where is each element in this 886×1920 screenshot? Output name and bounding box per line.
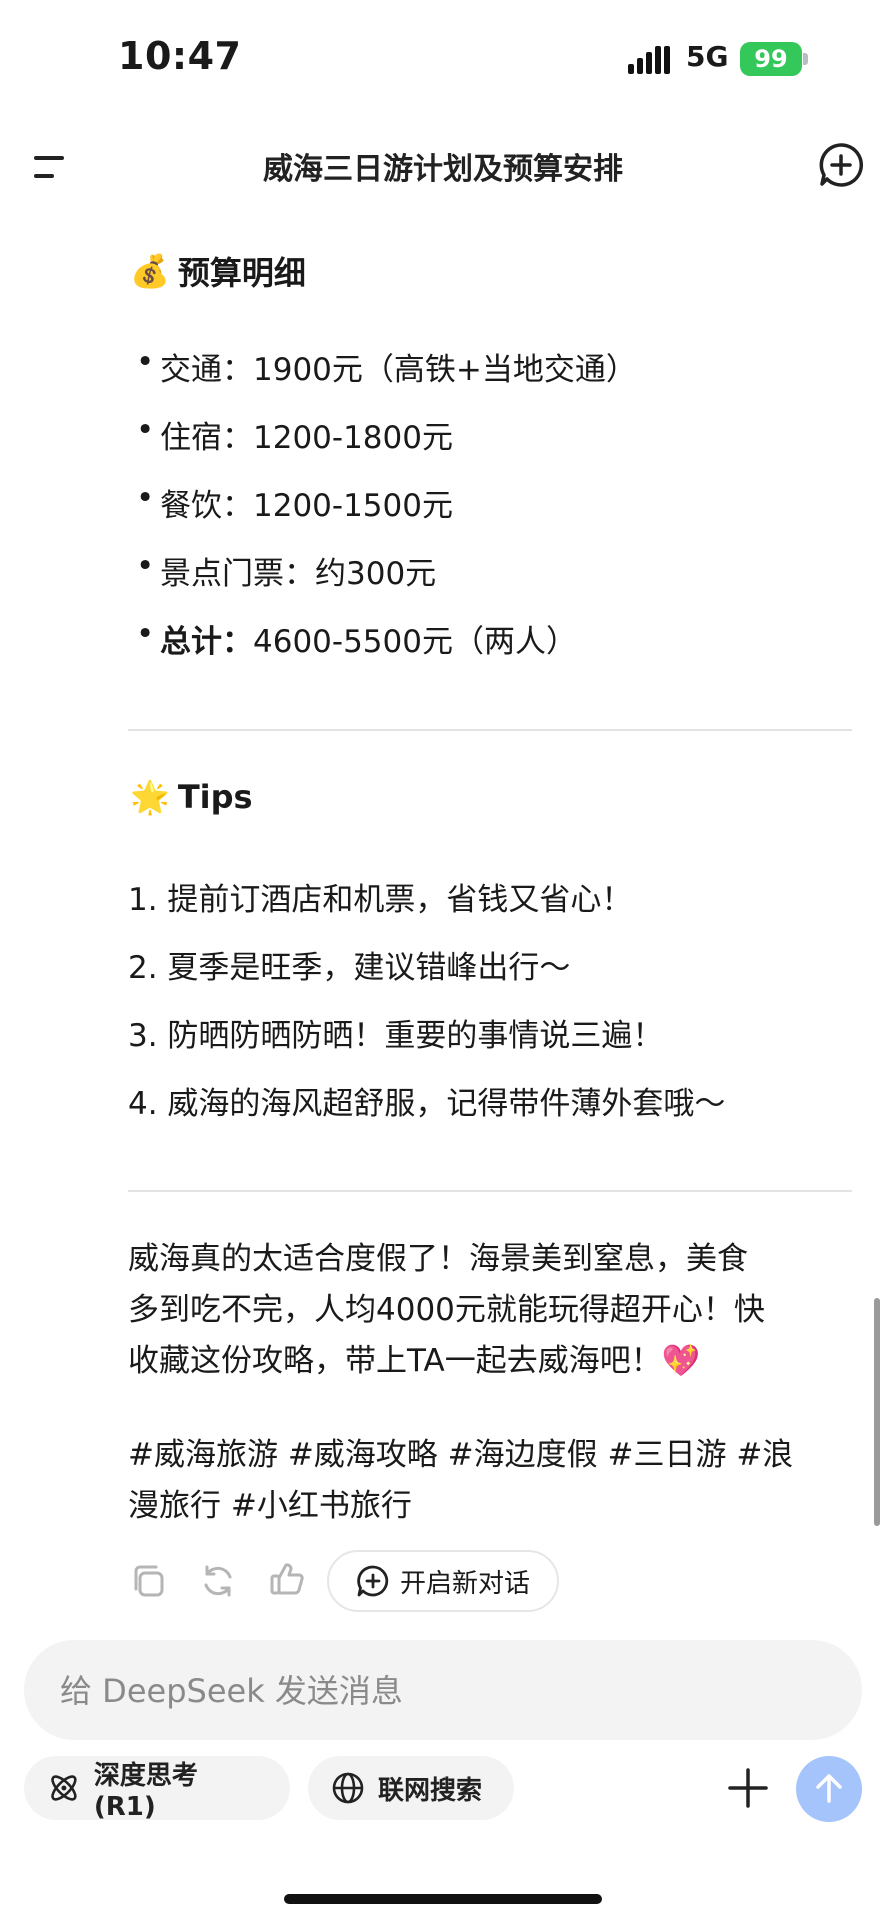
- divider: [128, 729, 852, 731]
- battery-level: 99: [754, 45, 788, 73]
- money-bag-icon: 💰: [130, 252, 170, 290]
- bullet-icon: •: [136, 548, 155, 584]
- deep-think-label: 深度思考 (R1): [93, 1760, 198, 1822]
- battery-icon: 99: [740, 42, 802, 76]
- bullet-icon: •: [136, 616, 155, 652]
- budget-heading: 💰 预算明细: [130, 248, 306, 294]
- signal-icon: [628, 46, 670, 74]
- divider: [128, 1190, 852, 1192]
- copy-icon[interactable]: [129, 1562, 167, 1600]
- list-item: 3. 防晒防晒防晒！重要的事情说三遍！: [128, 1018, 664, 1054]
- new-chat-icon[interactable]: [818, 142, 864, 188]
- list-item: • 景点门票： 约300元: [136, 548, 436, 593]
- budget-item-label: 餐饮：: [160, 488, 253, 524]
- budget-item-label: 交通：: [160, 352, 253, 388]
- budget-item-label: 住宿：: [160, 420, 253, 456]
- regenerate-icon[interactable]: [199, 1562, 237, 1600]
- budget-total-label: 总计：: [160, 624, 253, 660]
- budget-item-value: 约300元: [315, 556, 437, 592]
- hashtags-line: #威海旅游 #威海攻略 #海边度假 #三日游 #浪: [128, 1437, 794, 1473]
- budget-item-value: 1200-1800元: [253, 420, 453, 456]
- globe-icon: [332, 1772, 364, 1804]
- message-input[interactable]: [58, 1640, 822, 1742]
- closing-line: 收藏这份攻略，带上TA一起去威海吧！💖: [128, 1343, 701, 1379]
- closing-paragraph: 威海真的太适合度假了！海景美到窒息，美食 多到吃不完，人均4000元就能玩得超开…: [128, 1234, 858, 1387]
- list-item: • 住宿： 1200-1800元: [136, 412, 453, 457]
- scrollbar[interactable]: [874, 1298, 880, 1526]
- thumbs-up-icon[interactable]: [268, 1560, 306, 1598]
- budget-title: 预算明细: [177, 254, 306, 292]
- list-item: • 总计： 4600-5500元（两人）: [136, 616, 577, 661]
- battery-nub: [803, 53, 808, 65]
- tips-title: Tips: [177, 778, 253, 816]
- home-indicator: [284, 1894, 602, 1904]
- bullet-icon: •: [136, 344, 155, 380]
- web-search-toggle[interactable]: 联网搜索: [308, 1756, 514, 1820]
- network-label: 5G: [686, 40, 729, 73]
- list-item: 4. 威海的海风超舒服，记得带件薄外套哦～: [128, 1086, 726, 1122]
- list-item: 2. 夏季是旺季，建议错峰出行～: [128, 950, 571, 986]
- bullet-icon: •: [136, 480, 155, 516]
- new-dialog-label: 开启新对话: [399, 1568, 530, 1599]
- atom-icon: [51, 1775, 77, 1801]
- status-time: 10:47: [118, 34, 242, 78]
- plus-icon[interactable]: [726, 1766, 770, 1810]
- list-item: 1. 提前订酒店和机票，省钱又省心！: [128, 882, 633, 918]
- arrow-up-icon: [816, 1774, 842, 1803]
- budget-item-value: 1900元（高铁+当地交通）: [253, 352, 637, 388]
- new-dialog-button[interactable]: 开启新对话: [327, 1550, 559, 1612]
- star-icon: 🌟: [130, 778, 170, 816]
- list-item: • 餐饮： 1200-1500元: [136, 480, 453, 525]
- send-button[interactable]: [796, 1756, 862, 1822]
- new-chat-icon: [357, 1565, 389, 1597]
- bullet-icon: •: [136, 412, 155, 448]
- message-input-container[interactable]: [24, 1640, 862, 1742]
- conversation-title: 威海三日游计划及预算安排: [263, 152, 623, 187]
- budget-total-value: 4600-5500元（两人）: [253, 624, 577, 660]
- list-item: • 交通： 1900元（高铁+当地交通）: [136, 344, 637, 389]
- closing-line: 多到吃不完，人均4000元就能玩得超开心！快: [128, 1292, 765, 1328]
- web-search-label: 联网搜索: [378, 1775, 483, 1806]
- budget-item-label: 景点门票：: [160, 556, 315, 592]
- hashtags: #威海旅游 #威海攻略 #海边度假 #三日游 #浪 漫旅行 #小红书旅行: [128, 1430, 858, 1532]
- deep-think-toggle[interactable]: 深度思考 (R1): [24, 1756, 290, 1822]
- closing-line: 威海真的太适合度假了！海景美到窒息，美食: [128, 1241, 748, 1277]
- tips-heading: 🌟 Tips: [130, 778, 253, 816]
- hashtags-line: 漫旅行 #小红书旅行: [128, 1488, 412, 1524]
- budget-item-value: 1200-1500元: [253, 488, 453, 524]
